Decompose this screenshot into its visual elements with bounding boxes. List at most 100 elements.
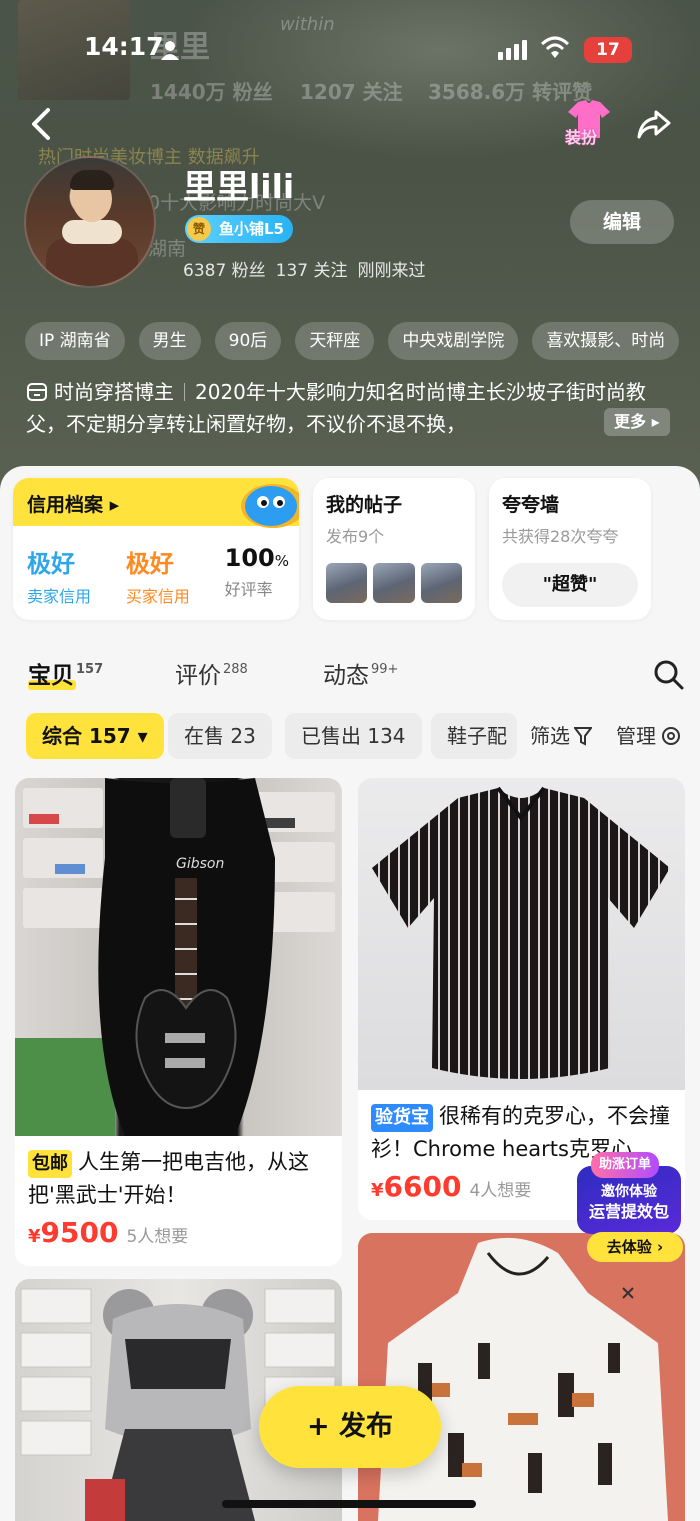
avatar-coat [46,238,138,286]
wifi-icon [540,36,570,58]
shirt-image [372,786,670,1079]
filter-chip-shoes[interactable]: 鞋子配 [431,713,517,759]
tag-zodiac[interactable]: 天秤座 [295,322,375,360]
share-icon[interactable] [636,106,672,142]
promo-line1: 邀你体验 [601,1184,657,1200]
product-price-value: 9500 [40,1216,119,1249]
shop-icon [27,383,47,401]
username: 里里lili [183,167,295,206]
tab-reviews-label: 评价 [175,663,221,689]
post-thumbnail[interactable] [326,563,368,603]
inspection-badge: 验货宝 [371,1104,433,1132]
manage-button[interactable]: 管理 [608,713,686,759]
hoodie-image [378,1237,668,1521]
tag-generation[interactable]: 90后 [214,322,282,360]
filter-chip-sold[interactable]: 已售出 134 [285,713,422,759]
profile-stats: 6387 粉丝 137 关注 刚刚来过 [183,256,426,281]
promo-line2: 运营提效包 [588,1202,669,1221]
buyer-credit: 极好 买家信用 [126,544,190,607]
post-thumbnail[interactable] [373,563,415,603]
promo-cta-label: 去体验 [606,1238,652,1256]
content-tabs: 宝贝 157 评价 288 动态 99+ [28,656,688,696]
posts-card[interactable]: 我的帖子 发布9个 [313,478,475,620]
back-arrow-icon[interactable] [28,106,58,142]
filter-chip-all-label: 综合 157 [42,724,131,748]
ghost-followers: 1440万 粉丝 [150,80,273,104]
home-indicator [222,1500,476,1508]
praise-wall-subtitle: 共获得28次夸夸 [502,527,619,546]
credit-card[interactable]: 信用档案 ▸ 极好 卖家信用 极好 买家信用 100% 好评率 [13,478,299,620]
bio-role: 时尚穿搭博主 [54,380,174,404]
level-badge[interactable]: 赞 鱼小铺L5 [185,215,293,243]
tab-items-label: 宝贝 [28,663,74,689]
product-card-hoodie[interactable] [358,1233,685,1521]
promo-cta-button[interactable]: 去体验 › [587,1232,683,1262]
filter-chip-on-sale[interactable]: 在售 23 [168,713,272,759]
following-count[interactable]: 137 关注 [276,256,348,281]
promo-tag: 助涨订单 [591,1152,660,1178]
level-badge-label: 鱼小铺L5 [219,220,284,238]
profile-header: 里里 within 1440万 粉丝 1207 关注 3568.6万 转评赞 热… [0,0,700,490]
tab-activity-label: 动态 [323,663,369,689]
positive-rate-number: 100 [224,544,275,572]
free-shipping-badge: 包邮 [28,1150,72,1178]
bio: 时尚穿搭博主 2020年十大影响力知名时尚博主长沙坡子街时尚教父，不定期分享转让闲… [26,376,678,440]
product-wants: 4人想要 [469,1181,532,1201]
super-praise-button[interactable]: "超赞" [502,563,638,607]
filter-chip-all[interactable]: 综合 157 ▾ [26,713,164,759]
publish-button[interactable]: + 发布 [259,1386,441,1468]
positive-rate-unit: % [274,552,289,570]
product-wants: 5人想要 [126,1227,189,1247]
tab-activity-count: 99+ [371,662,399,677]
credit-scores: 极好 卖家信用 极好 买家信用 100% 好评率 [27,544,289,607]
tag-location[interactable]: IP 湖南省 [25,322,125,360]
product-image-hoodie[interactable] [358,1233,685,1521]
filter-button-label: 筛选 [530,724,570,748]
praise-wall-card[interactable]: 夸夸墙 共获得28次夸夸 "超赞" [489,478,651,620]
followers-count[interactable]: 6387 粉丝 [183,256,266,281]
product-image-shirt[interactable] [358,778,685,1090]
tag-gender[interactable]: 男生 [138,322,201,360]
tag-hobby[interactable]: 喜欢摄影、时尚 [532,322,680,360]
product-title: 包邮 人生第一把电吉他，从这把'黑武士'开始！ [15,1136,342,1212]
product-price-value: 6600 [383,1170,462,1203]
tab-items-count: 157 [76,662,104,677]
seller-credit: 极好 卖家信用 [27,544,91,607]
product-price: ¥6600 [371,1170,461,1203]
seller-credit-value: 极好 [27,550,75,578]
zan-icon: 赞 [187,217,211,241]
search-icon[interactable] [652,658,684,690]
tag-school[interactable]: 中央戏剧学院 [388,322,519,360]
posts-card-title: 我的帖子 [326,494,403,516]
promo-widget[interactable]: 邀你体验运营提效包 助涨订单 去体验 › [577,1152,687,1262]
product-price-row: ¥9500 5人想要 [15,1212,342,1249]
status-bar: 14:17 17 [0,30,700,74]
post-thumbnails [326,563,462,603]
positive-rate-value: 100% [225,544,289,572]
tab-items[interactable]: 宝贝 157 [28,656,103,690]
last-seen: 刚刚来过 [357,261,426,281]
edit-profile-button[interactable]: 编辑 [570,200,674,244]
ghost-following: 1207 关注 [300,80,403,104]
bio-more-button[interactable]: 更多 ▸ [604,408,670,436]
tab-activity[interactable]: 动态 99+ [323,656,398,690]
buyer-credit-value: 极好 [125,550,174,578]
avatar-collar [62,220,122,244]
currency-symbol: ¥ [371,1180,384,1201]
status-time: 14:17 [84,32,164,61]
dress-up-label: 装扮 [565,128,598,147]
product-price: ¥9500 [28,1216,118,1249]
guitar-image: Gibson [15,778,335,1136]
credit-card-title: 信用档案 [27,494,104,516]
post-thumbnail[interactable] [420,563,462,603]
avatar[interactable] [24,156,156,288]
positive-rate: 100% 好评率 [225,544,289,607]
tab-reviews[interactable]: 评价 288 [175,656,248,690]
person-icon [161,41,179,60]
product-card-guitar[interactable]: Gibson 包邮 人生第一把电吉他，从这把'黑武士'开始！ ¥9500 5人想要 [15,778,342,1266]
filter-button[interactable]: 筛选 [522,713,604,759]
gear-icon [662,727,680,745]
currency-symbol: ¥ [28,1226,41,1247]
product-image-guitar[interactable]: Gibson [15,778,342,1136]
mascot-icon [241,484,299,528]
